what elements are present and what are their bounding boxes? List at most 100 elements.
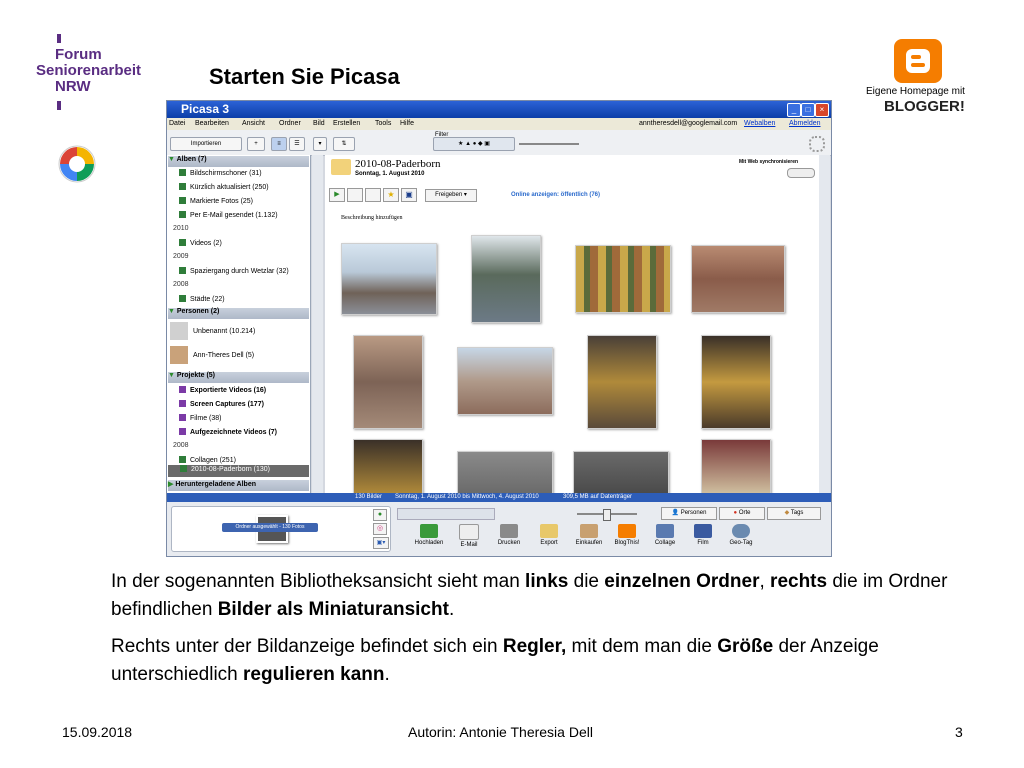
photo-thumbnail[interactable] xyxy=(471,235,541,323)
project-item[interactable]: Filme (38) xyxy=(179,414,222,422)
blogthis-button[interactable]: BlogThis! xyxy=(611,524,643,546)
tray-label: Ordner ausgewählt - 130 Fotos xyxy=(222,523,318,532)
add-description[interactable]: Beschreibung hinzufügen xyxy=(341,215,402,221)
menu-hilfe[interactable]: Hilfe xyxy=(400,120,414,127)
album-item[interactable]: Städte (22) xyxy=(179,295,225,303)
text-run: In der sogenannten Bibliotheksansicht si… xyxy=(111,571,526,592)
album-item[interactable]: Bildschirmschoner (31) xyxy=(179,169,262,177)
import-button[interactable]: Importieren xyxy=(170,137,242,151)
photo-thumbnail[interactable] xyxy=(353,439,423,495)
blogger-wordmark: BLOGGER! xyxy=(884,98,965,115)
view-list-button[interactable]: ≡ xyxy=(271,137,287,151)
text-run: Rechts unter der Bildanzeige befindet si… xyxy=(111,636,503,657)
selected-folder[interactable]: 2010-08-Paderborn (130) xyxy=(168,465,309,477)
blogger-icon xyxy=(894,39,942,83)
photo-thumbnail[interactable] xyxy=(457,347,553,415)
photo-thumbnail[interactable] xyxy=(691,245,785,313)
statusbar: 130 Bilder Sonntag, 1. August 2010 bis M… xyxy=(167,493,831,502)
section-personen[interactable]: ▼ Personen (2) xyxy=(168,308,309,319)
section-alben[interactable]: ▼ Alben (7) xyxy=(168,156,309,167)
minimize-button[interactable]: _ xyxy=(787,103,801,117)
add-button[interactable]: + xyxy=(247,137,265,151)
menu-erstellen[interactable]: Erstellen xyxy=(333,120,360,127)
close-button[interactable]: × xyxy=(815,103,829,117)
album-item[interactable]: Per E-Mail gesendet (1.132) xyxy=(179,211,278,219)
menu-bild[interactable]: Bild xyxy=(313,120,325,127)
photo-thumbnail[interactable] xyxy=(587,335,657,429)
loading-icon xyxy=(809,136,825,152)
text-run: links xyxy=(525,571,569,592)
text-run: , xyxy=(759,571,771,592)
film-button[interactable]: Film xyxy=(687,524,719,546)
add-to-button[interactable]: ▣▾ xyxy=(373,537,389,549)
online-link[interactable]: Online anzeigen: öffentlich (76) xyxy=(511,192,600,198)
clear-button[interactable]: ◎ xyxy=(373,523,387,535)
content-scrollbar[interactable] xyxy=(819,155,830,493)
account-email: anntheresdell@googlemail.com xyxy=(639,120,738,127)
album-item[interactable]: Spaziergang durch Wetzlar (32) xyxy=(179,267,289,275)
tag-tags[interactable]: ◆ Tags xyxy=(767,507,821,520)
photo-thumbnail[interactable] xyxy=(575,245,671,313)
status-size: 309,5 MB auf Datenträger xyxy=(563,494,633,500)
geotag-button[interactable]: Geo-Tag xyxy=(725,524,757,546)
menu-datei[interactable]: Datei xyxy=(169,120,185,127)
sync-label: Mit Web synchronisieren xyxy=(739,159,799,165)
logo-line-1: Forum xyxy=(55,46,102,63)
save-icon[interactable]: ▣ xyxy=(401,188,417,202)
project-item[interactable]: Collagen (251) xyxy=(179,456,236,464)
forum-logo: Forum Seniorenarbeit NRW xyxy=(36,47,141,95)
text-run: . xyxy=(384,664,390,685)
text-run: regulieren kann xyxy=(243,664,385,685)
menu-bearbeiten[interactable]: Bearbeiten xyxy=(195,120,229,127)
filter-slider[interactable] xyxy=(519,143,579,145)
webalben-link[interactable]: Webalben xyxy=(744,120,775,127)
sync-toggle[interactable] xyxy=(787,168,815,178)
export-button[interactable]: Export xyxy=(533,524,565,546)
movie-button[interactable] xyxy=(365,188,381,202)
view-tree-button[interactable]: ☰ xyxy=(289,137,305,151)
edit-buttons[interactable] xyxy=(397,508,495,520)
email-button[interactable]: E-Mail xyxy=(453,524,485,548)
project-item[interactable]: Exportierte Videos (16) xyxy=(179,386,266,394)
photo-thumbnail[interactable] xyxy=(701,335,771,429)
album-item[interactable]: Kürzlich aktualisiert (250) xyxy=(179,183,269,191)
menu-ordner[interactable]: Ordner xyxy=(279,120,301,127)
photo-thumbnail[interactable] xyxy=(341,243,437,315)
slideshow-button[interactable] xyxy=(347,188,363,202)
album-item[interactable]: Videos (2) xyxy=(179,239,222,247)
maximize-button[interactable]: □ xyxy=(801,103,815,117)
filter-buttons[interactable]: ★ ▲ ● ◆ ▣ xyxy=(433,137,515,151)
sidebar-scrollbar[interactable] xyxy=(312,155,323,493)
project-item[interactable]: Screen Captures (177) xyxy=(179,400,264,408)
menu-ansicht[interactable]: Ansicht xyxy=(242,120,265,127)
tag-personen[interactable]: 👤 Personen xyxy=(661,507,717,520)
project-item[interactable]: Aufgezeichnete Videos (7) xyxy=(179,428,277,436)
play-button[interactable]: ▶ xyxy=(329,188,345,202)
section-projekte[interactable]: ▼ Projekte (5) xyxy=(168,372,309,383)
photo-content: 2010-08-Paderborn Sonntag, 1. August 201… xyxy=(325,155,819,495)
collage-button[interactable]: Collage xyxy=(649,524,681,546)
shop-button[interactable]: Einkaufen xyxy=(573,524,605,546)
footer-page: 3 xyxy=(955,724,963,740)
upload-button[interactable]: Hochladen xyxy=(413,524,445,546)
album-item[interactable]: Markierte Fotos (25) xyxy=(179,197,253,205)
sort-button[interactable]: ⇅ xyxy=(333,137,355,151)
photo-thumbnail[interactable] xyxy=(573,451,669,495)
person-item[interactable]: Ann-Theres Dell (5) xyxy=(193,352,254,359)
print-button[interactable]: Drucken xyxy=(493,524,525,546)
person-item[interactable]: Unbenannt (10.214) xyxy=(193,328,255,335)
text-run: einzelnen Ordner xyxy=(604,571,760,592)
photo-thumbnail[interactable] xyxy=(701,439,771,495)
photo-thumbnail[interactable] xyxy=(353,335,423,429)
photo-thumbnail[interactable] xyxy=(457,451,553,495)
tag-orte[interactable]: ● Orte xyxy=(719,507,765,520)
size-slider-thumb[interactable] xyxy=(603,509,611,521)
star-icon[interactable]: ★ xyxy=(383,188,399,202)
abmelden-link[interactable]: Abmelden xyxy=(789,120,821,127)
menu-tools[interactable]: Tools xyxy=(375,120,391,127)
hold-button[interactable]: ● xyxy=(373,509,387,521)
dropdown-button[interactable]: ▾ xyxy=(313,137,327,151)
share-button[interactable]: Freigeben ▾ xyxy=(425,189,477,202)
folder-icon xyxy=(331,159,351,175)
section-downloads[interactable]: ▶ Heruntergeladene Alben xyxy=(168,480,309,491)
